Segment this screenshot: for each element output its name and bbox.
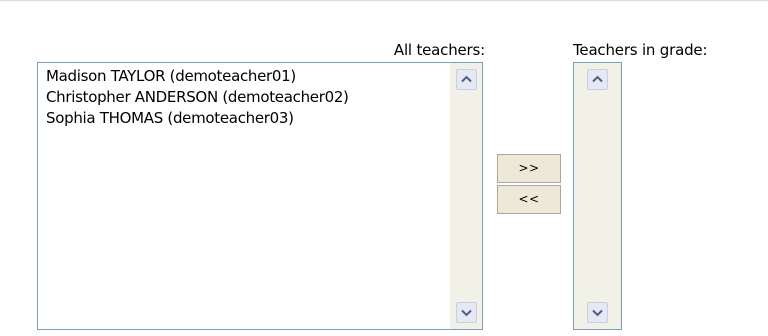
all-teachers-label: All teachers: xyxy=(393,41,485,59)
teachers-in-grade-scrollbar[interactable] xyxy=(574,63,621,329)
list-item[interactable]: Sophia THOMAS (demoteacher03) xyxy=(46,108,446,129)
remove-from-grade-button[interactable]: << xyxy=(497,185,561,214)
all-teachers-items: Madison TAYLOR (demoteacher01) Christoph… xyxy=(46,66,446,129)
add-to-grade-button[interactable]: >> xyxy=(497,154,561,183)
all-teachers-scrollbar[interactable] xyxy=(449,63,482,329)
chevron-down-icon xyxy=(461,309,472,317)
chevron-up-icon xyxy=(461,75,472,83)
list-item[interactable]: Madison TAYLOR (demoteacher01) xyxy=(46,66,446,87)
scroll-down-button[interactable] xyxy=(587,302,608,323)
teacher-assignment-panel: All teachers: Teachers in grade: Madison… xyxy=(0,0,768,336)
list-item[interactable]: Christopher ANDERSON (demoteacher02) xyxy=(46,87,446,108)
all-teachers-listbox[interactable]: Madison TAYLOR (demoteacher01) Christoph… xyxy=(37,62,483,330)
scroll-up-button[interactable] xyxy=(456,69,477,90)
teachers-in-grade-label: Teachers in grade: xyxy=(573,41,708,59)
scroll-up-button[interactable] xyxy=(587,69,608,90)
chevron-up-icon xyxy=(592,75,603,83)
teachers-in-grade-listbox[interactable] xyxy=(573,62,622,330)
scroll-down-button[interactable] xyxy=(456,302,477,323)
chevron-down-icon xyxy=(592,309,603,317)
divider xyxy=(0,0,768,1)
